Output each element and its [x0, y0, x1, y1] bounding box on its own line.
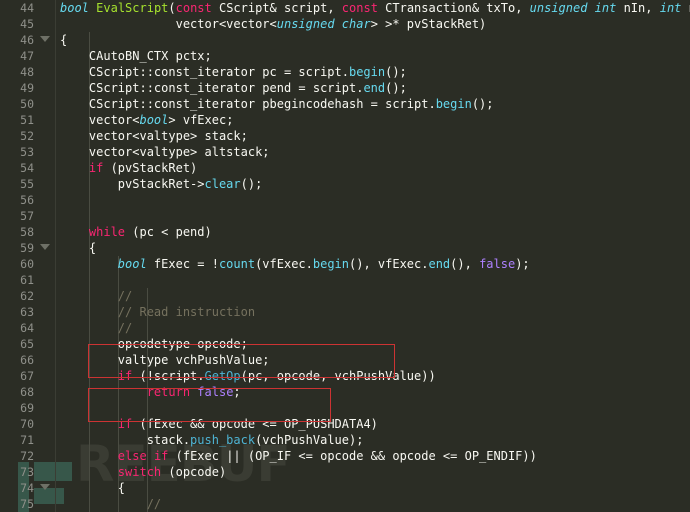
- line-number: 46: [0, 32, 56, 48]
- code-line[interactable]: [56, 192, 690, 208]
- line-number: 75: [20, 497, 34, 511]
- line-number: 45: [20, 17, 34, 31]
- line-number: 65: [20, 337, 34, 351]
- line-number: 55: [20, 177, 34, 191]
- code-line[interactable]: else if (fExec || (OP_IF <= opcode && op…: [56, 448, 690, 464]
- code-line[interactable]: CScript::const_iterator pc = script.begi…: [56, 64, 690, 80]
- code-line[interactable]: valtype vchPushValue;: [56, 352, 690, 368]
- line-number: 57: [20, 209, 34, 223]
- line-number: 44: [20, 1, 34, 15]
- code-line[interactable]: pvStackRet->clear();: [56, 176, 690, 192]
- fold-arrow-icon[interactable]: [40, 244, 50, 250]
- code-content[interactable]: bool EvalScript(const CScript& script, c…: [56, 0, 690, 512]
- code-line[interactable]: vector<valtype> altstack;: [56, 144, 690, 160]
- line-number: 61: [20, 273, 34, 287]
- code-line[interactable]: opcodetype opcode;: [56, 336, 690, 352]
- line-number: 74: [0, 480, 56, 496]
- line-number: 52: [20, 129, 34, 143]
- code-line[interactable]: [56, 400, 690, 416]
- line-number: 48: [20, 65, 34, 79]
- line-number: 68: [20, 385, 34, 399]
- code-line[interactable]: CScript::const_iterator pbegincodehash =…: [56, 96, 690, 112]
- code-line[interactable]: [56, 272, 690, 288]
- fold-arrow-icon[interactable]: [40, 36, 50, 42]
- code-line[interactable]: bool EvalScript(const CScript& script, c…: [56, 0, 690, 16]
- code-line[interactable]: //: [56, 496, 690, 512]
- line-number: 47: [20, 49, 34, 63]
- line-number: 62: [20, 289, 34, 303]
- code-line[interactable]: if (!script.GetOp(pc, opcode, vchPushVal…: [56, 368, 690, 384]
- line-number: 60: [20, 257, 34, 271]
- code-line[interactable]: if (pvStackRet): [56, 160, 690, 176]
- line-number-gutter: 44 45 46 47 48 49 50 51 52 53 54 55 56 57 58 59 60 61 62 63…: [0, 0, 56, 512]
- line-number: 72: [20, 449, 34, 463]
- line-number: 64: [20, 321, 34, 335]
- line-number: 54: [20, 161, 34, 175]
- code-line[interactable]: CAutoBN_CTX pctx;: [56, 48, 690, 64]
- code-line[interactable]: while (pc < pend): [56, 224, 690, 240]
- line-number: 71: [20, 433, 34, 447]
- code-line[interactable]: CScript::const_iterator pend = script.en…: [56, 80, 690, 96]
- code-line[interactable]: switch (opcode): [56, 464, 690, 480]
- line-number: 53: [20, 145, 34, 159]
- line-number: 66: [20, 353, 34, 367]
- code-line[interactable]: if (fExec && opcode <= OP_PUSHDATA4): [56, 416, 690, 432]
- line-number: 63: [20, 305, 34, 319]
- code-line[interactable]: [56, 208, 690, 224]
- code-line[interactable]: // Read instruction: [56, 304, 690, 320]
- line-number: 59: [0, 240, 56, 256]
- code-line[interactable]: {: [56, 32, 690, 48]
- line-number: 70: [20, 417, 34, 431]
- line-number: 49: [20, 81, 34, 95]
- line-number: 67: [20, 369, 34, 383]
- fold-arrow-icon[interactable]: [40, 484, 50, 490]
- code-editor-pane[interactable]: REEBUF 44 45 46 47 48 49 50 51 52 53 54 55 56 57 58 59 6…: [0, 0, 690, 512]
- code-line[interactable]: vector<bool> vfExec;: [56, 112, 690, 128]
- line-number: 56: [20, 193, 34, 207]
- code-line[interactable]: //: [56, 288, 690, 304]
- code-line[interactable]: vector<valtype> stack;: [56, 128, 690, 144]
- line-number: 73: [20, 465, 34, 479]
- code-line[interactable]: return false;: [56, 384, 690, 400]
- line-number: 50: [20, 97, 34, 111]
- code-line[interactable]: stack.push_back(vchPushValue);: [56, 432, 690, 448]
- code-line[interactable]: vector<vector<unsigned char> >* pvStackR…: [56, 16, 690, 32]
- line-number: 51: [20, 113, 34, 127]
- code-line[interactable]: //: [56, 320, 690, 336]
- code-line[interactable]: bool fExec = !count(vfExec.begin(), vfEx…: [56, 256, 690, 272]
- code-line[interactable]: {: [56, 480, 690, 496]
- line-number: 58: [20, 225, 34, 239]
- line-number: 69: [20, 401, 34, 415]
- code-line[interactable]: {: [56, 240, 690, 256]
